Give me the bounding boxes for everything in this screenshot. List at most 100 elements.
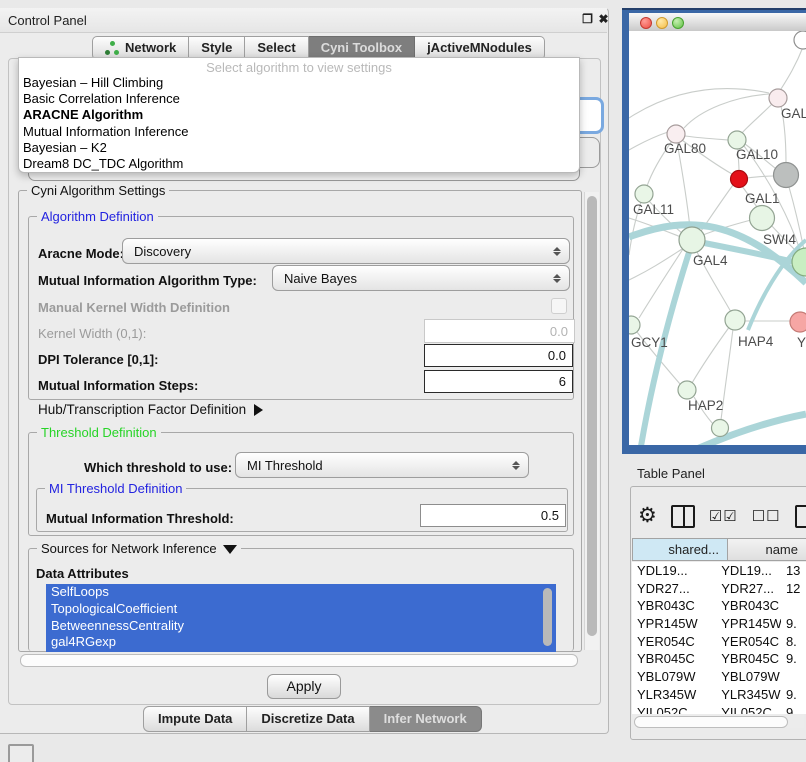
table-cell: YPR145W — [632, 615, 716, 633]
network-edge — [629, 249, 682, 280]
settings-vscrollbar[interactable] — [584, 192, 599, 650]
aracne-mode-select[interactable]: Discovery — [122, 238, 570, 264]
which-threshold-value: MI Threshold — [236, 458, 508, 473]
network-canvas[interactable]: GALGAL80GAL10GAL1GAL11GAL4SWI4GCY1HAP4YH… — [629, 31, 806, 445]
zoom-traffic-light-icon[interactable] — [672, 17, 684, 29]
sources-title-text: Sources for Network Inference — [41, 541, 217, 556]
settings-hscrollbar[interactable] — [18, 653, 582, 668]
hub-definition-toggle[interactable]: Hub/Transcription Factor Definition — [38, 402, 263, 417]
algorithm-dropdown-item[interactable]: Basic Correlation Inference — [19, 91, 579, 107]
minimized-panel-icon[interactable] — [8, 744, 34, 762]
algorithm-dropdown-item[interactable]: Mutual Information Inference — [19, 124, 579, 140]
table-row[interactable]: YDR27...YDR27...12 — [632, 580, 806, 598]
algorithm-dropdown-item[interactable]: Bayesian – Hill Climbing — [19, 75, 579, 91]
table-panel-title: Table Panel — [637, 466, 705, 481]
dpi-tolerance-field[interactable]: 0.0 — [424, 344, 573, 367]
table-row[interactable]: YBL079WYBL079W — [632, 668, 806, 686]
tab-discretize-data[interactable]: Discretize Data — [247, 706, 369, 732]
network-node[interactable] — [635, 185, 653, 203]
table-header-cell[interactable]: name — [728, 538, 806, 561]
data-attributes-list[interactable]: SelfLoopsTopologicalCoefficientBetweenne… — [46, 584, 556, 652]
data-attribute-item[interactable]: gal4RGexp — [46, 634, 556, 651]
table-cell: YIL052C — [632, 704, 716, 715]
table-cell: 9 — [781, 704, 806, 715]
network-edge — [684, 94, 770, 128]
table-cell: YBR043C — [716, 597, 781, 615]
network-node[interactable] — [769, 89, 787, 107]
network-node-label: GAL10 — [736, 147, 778, 162]
select-all-checkboxes-icon[interactable]: ☑☑ — [709, 507, 738, 525]
mi-steps-value: 6 — [559, 374, 566, 389]
kernel-width-field[interactable]: 0.0 — [424, 319, 575, 343]
table-row[interactable]: YLR345WYLR345W9. — [632, 686, 806, 704]
network-edge-highlighted — [690, 414, 806, 445]
deselect-all-checkboxes-icon[interactable]: ☐☐ — [752, 507, 781, 525]
settings-hscrollbar-thumb[interactable] — [20, 654, 578, 667]
network-node[interactable] — [712, 420, 729, 437]
mi-steps-field[interactable]: 6 — [424, 370, 573, 393]
float-window-icon[interactable]: ❐ — [580, 12, 595, 27]
which-threshold-select[interactable]: MI Threshold — [235, 452, 529, 478]
network-node[interactable] — [725, 310, 745, 330]
kernel-width-value: 0.0 — [550, 324, 568, 339]
table-cell: YBL079W — [632, 668, 716, 686]
network-node[interactable] — [774, 163, 799, 188]
mi-type-select[interactable]: Naive Bayes — [272, 265, 570, 291]
table-cell: YDR27... — [716, 580, 781, 598]
columns-icon[interactable] — [671, 505, 695, 528]
close-window-icon[interactable]: ✖ — [596, 12, 611, 27]
table-toolbar: ⚙ ☑☑ ☐☐ — [638, 502, 806, 530]
bottom-tabstrip: Impute Data Discretize Data Infer Networ… — [143, 706, 482, 730]
network-node-label: SWI4 — [763, 232, 796, 247]
algorithm-dropdown-item[interactable]: Bayesian – K2 — [19, 140, 579, 156]
data-attribute-item[interactable]: BetweennessCentrality — [46, 618, 556, 635]
table-row[interactable]: YBR043CYBR043C — [632, 597, 806, 615]
table-header-cell[interactable]: shared... — [632, 538, 728, 561]
close-traffic-light-icon[interactable] — [640, 17, 652, 29]
network-node[interactable] — [731, 171, 748, 188]
table-header-row: shared...name — [632, 538, 806, 561]
data-attribute-item[interactable]: SelfLoops — [46, 584, 556, 601]
mi-threshold-field[interactable]: 0.5 — [420, 504, 566, 527]
mi-type-label: Mutual Information Algorithm Type: — [38, 273, 257, 288]
network-node[interactable] — [794, 31, 806, 49]
combo-arrows-icon — [508, 461, 524, 470]
table-hscrollbar-thumb[interactable] — [634, 716, 788, 728]
tab-select-label: Select — [257, 37, 295, 59]
table-row[interactable]: YER054CYER054C8. — [632, 633, 806, 651]
manual-kernel-checkbox[interactable] — [551, 298, 567, 314]
table-hscrollbar[interactable] — [632, 714, 804, 728]
apply-button[interactable]: Apply — [267, 674, 341, 699]
table-row[interactable]: YDL19...YDL19...13 — [632, 562, 806, 580]
new-table-icon[interactable] — [795, 505, 806, 528]
mi-steps-label: Mutual Information Steps: — [38, 378, 198, 393]
minimize-traffic-light-icon[interactable] — [656, 17, 668, 29]
algorithm-dropdown-item[interactable]: ARACNE Algorithm — [19, 107, 579, 123]
table-cell: YPR145W — [716, 615, 781, 633]
network-icon — [105, 41, 120, 55]
network-node[interactable] — [679, 227, 705, 253]
data-attribute-item[interactable]: TopologicalCoefficient — [46, 601, 556, 618]
sources-group-title[interactable]: Sources for Network Inference — [37, 541, 241, 556]
tab-infer-network[interactable]: Infer Network — [370, 706, 482, 732]
table-cell: YBR045C — [716, 650, 781, 668]
gear-icon[interactable]: ⚙ — [638, 504, 657, 528]
manual-kernel-label: Manual Kernel Width Definition — [38, 300, 230, 315]
network-node[interactable] — [790, 312, 806, 332]
dpi-tolerance-value: 0.0 — [548, 348, 566, 363]
network-edge — [781, 47, 803, 89]
table-row[interactable]: YPR145WYPR145W9. — [632, 615, 806, 633]
network-node[interactable] — [678, 381, 696, 399]
table-cell — [781, 668, 806, 686]
network-node[interactable] — [629, 316, 640, 334]
table-row[interactable]: YIL052CYIL052C9 — [632, 704, 806, 715]
table-cell: 9. — [781, 615, 806, 633]
tab-impute-data-label: Impute Data — [158, 711, 232, 726]
attr-list-vscrollbar[interactable] — [543, 586, 553, 650]
algorithm-dropdown-item[interactable]: Dream8 DC_TDC Algorithm — [19, 156, 579, 172]
table-row[interactable]: YBR045CYBR045C9. — [632, 650, 806, 668]
mi-threshold-label: Mutual Information Threshold: — [46, 511, 234, 526]
tab-impute-data[interactable]: Impute Data — [143, 706, 247, 732]
settings-vscrollbar-thumb[interactable] — [587, 196, 597, 636]
network-node[interactable] — [750, 206, 775, 231]
